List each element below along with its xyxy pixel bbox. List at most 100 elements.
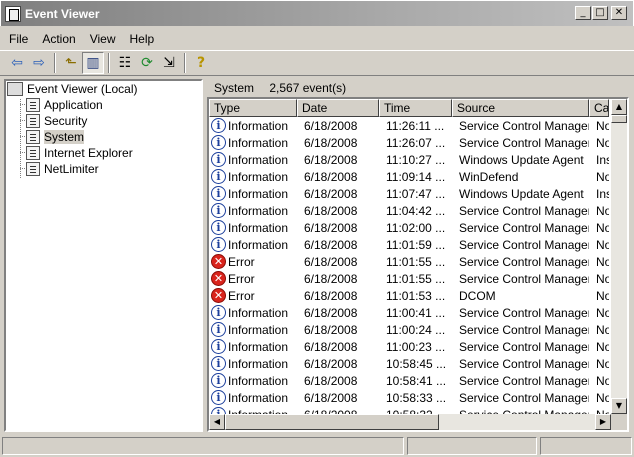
event-type-label: Error — [228, 288, 255, 303]
cell-type: iInformation — [209, 169, 297, 184]
table-row[interactable]: i Information 6/18/2008 11:04:42 ... Service… — [209, 202, 609, 219]
menu-action[interactable]: Action — [35, 32, 82, 46]
tree-item-netlimiter[interactable]: NetLimiter — [26, 161, 99, 177]
table-row[interactable]: i Information 6/18/2008 10:58:33 ... Service… — [209, 389, 609, 406]
table-row[interactable]: i Information 6/18/2008 11:00:24 ... Service… — [209, 321, 609, 338]
column-header-date[interactable]: Date — [297, 99, 379, 117]
column-header-time[interactable]: Time — [379, 99, 452, 117]
column-headers: Type Date Time Source Ca — [209, 99, 609, 117]
cell-source: DCOM — [459, 288, 496, 303]
cell-source: Service Control Manager — [459, 390, 589, 405]
tree-item-security[interactable]: Security — [26, 113, 87, 129]
vertical-scrollbar[interactable]: ▲ ▼ — [611, 99, 627, 414]
cell-type: iInformation — [209, 339, 297, 354]
column-header-type[interactable]: Type — [209, 99, 297, 117]
table-row[interactable]: i Information 6/18/2008 10:58:41 ... Service… — [209, 372, 609, 389]
information-icon: i — [211, 152, 226, 167]
table-row[interactable]: ✕Error 6/18/2008 11:01:53 ... DCOM Nor — [209, 287, 609, 304]
scroll-up-button[interactable]: ▲ — [611, 99, 627, 115]
toolbar: ⇦ ⇨ ⬑ ▥ ☷ ⟳ ⇲ ? — [0, 50, 634, 76]
event-type-label: Information — [228, 169, 289, 184]
window-controls: _ □ ✕ — [575, 6, 627, 20]
cell-source: Service Control Manager — [459, 220, 589, 235]
cell-time: 10:58:41 ... — [386, 373, 447, 388]
horizontal-scrollbar[interactable]: ◀ ▶ — [209, 414, 611, 430]
status-bar — [0, 435, 634, 457]
table-row[interactable]: i Information 6/18/2008 11:26:11 ... Service… — [209, 117, 609, 134]
maximize-button[interactable]: □ — [592, 6, 608, 20]
information-icon: i — [211, 203, 226, 218]
cell-date: 6/18/2008 — [304, 220, 358, 235]
refresh-icon[interactable]: ⟳ — [136, 52, 158, 74]
tree-item-label: NetLimiter — [44, 162, 99, 176]
minimize-button[interactable]: _ — [575, 6, 591, 20]
title-bar[interactable]: Event Viewer _ □ ✕ — [0, 0, 634, 26]
event-viewer-app-icon[interactable] — [5, 5, 21, 22]
column-header-source[interactable]: Source — [452, 99, 589, 117]
cell-date: 6/18/2008 — [304, 237, 358, 252]
cell-category: Ins — [596, 186, 609, 201]
event-count: 2,567 event(s) — [269, 81, 347, 95]
back-arrow-icon[interactable]: ⇦ — [6, 52, 28, 74]
event-type-label: Information — [228, 203, 289, 218]
menu-view[interactable]: View — [83, 32, 123, 46]
cell-category: Nor — [596, 356, 609, 371]
scroll-left-button[interactable]: ◀ — [209, 414, 225, 430]
cell-time: 11:00:23 ... — [386, 339, 446, 354]
log-icon — [26, 98, 40, 112]
export-list-icon[interactable]: ⇲ — [158, 52, 180, 74]
status-panel-main — [2, 437, 404, 455]
table-row[interactable]: i Information 6/18/2008 11:01:59 ... Service… — [209, 236, 609, 253]
table-row[interactable]: i Information 6/18/2008 10:58:45 ... Service… — [209, 355, 609, 372]
show-tree-icon[interactable]: ▥ — [82, 52, 104, 74]
cell-date: 6/18/2008 — [304, 254, 358, 269]
information-icon: i — [211, 237, 226, 252]
table-row[interactable]: ✕ Error 6/18/2008 11:01:55 ... Service Contr… — [209, 253, 609, 270]
cell-type: iInformation — [209, 220, 297, 235]
cell-time: 11:01:55 ... — [386, 271, 446, 286]
help-icon[interactable]: ? — [190, 52, 212, 74]
table-row[interactable]: i Information 6/18/2008 11:09:14 ... WinDefe… — [209, 168, 609, 185]
cell-category: Nor — [596, 390, 609, 405]
toolbar-separator — [54, 53, 56, 73]
toolbar-separator — [108, 53, 110, 73]
tree-item-label: Internet Explorer — [44, 146, 133, 160]
tree-item-system[interactable]: System — [26, 129, 85, 145]
up-folder-icon[interactable]: ⬑ — [60, 52, 82, 74]
cell-time: 11:26:07 ... — [386, 135, 446, 150]
cell-source: Service Control Manager — [459, 271, 589, 286]
table-row[interactable]: i Information 6/18/2008 11:00:41 ... Service… — [209, 304, 609, 321]
tree-item-application[interactable]: Application — [26, 97, 103, 113]
table-row[interactable]: i Information 6/18/2008 11:00:23 ... Service… — [209, 338, 609, 355]
menu-file[interactable]: File — [2, 32, 35, 46]
cell-category: Nor — [596, 169, 609, 184]
tree-root-event-viewer[interactable]: Event Viewer (Local) — [7, 81, 138, 97]
forward-arrow-icon[interactable]: ⇨ — [28, 52, 50, 74]
tree-pane[interactable]: Event Viewer (Local) Application Securit… — [4, 79, 203, 432]
table-row[interactable]: ✕ Error 6/18/2008 11:01:55 ... Service Contr… — [209, 270, 609, 287]
event-list[interactable]: Type Date Time Source Ca i Information 6/1… — [207, 97, 629, 432]
cell-time: 11:01:55 ... — [386, 254, 446, 269]
cell-date: 6/18/2008 — [304, 288, 358, 303]
scroll-right-button[interactable]: ▶ — [595, 414, 611, 430]
cell-time: 10:58:45 ... — [386, 356, 447, 371]
table-row[interactable]: i Information 6/18/2008 11:07:47 ... Windows… — [209, 185, 609, 202]
scroll-down-button[interactable]: ▼ — [611, 398, 627, 414]
horizontal-scroll-thumb[interactable] — [225, 414, 439, 430]
cell-date: 6/18/2008 — [304, 271, 358, 286]
table-row[interactable]: i Information 6/18/2008 11:02:00 ... Service… — [209, 219, 609, 236]
computer-icon — [7, 82, 23, 96]
column-header-category[interactable]: Ca — [589, 99, 609, 117]
properties-icon[interactable]: ☷ — [114, 52, 136, 74]
cell-category: Nor — [596, 237, 609, 252]
event-type-label: Information — [228, 339, 289, 354]
log-icon — [26, 146, 40, 160]
table-row[interactable]: i Information 6/18/2008 11:10:27 ... Windows… — [209, 151, 609, 168]
tree-item-internet-explorer[interactable]: Internet Explorer — [26, 145, 133, 161]
event-type-label: Information — [228, 356, 289, 371]
close-button[interactable]: ✕ — [611, 6, 627, 20]
event-type-label: Information — [228, 220, 289, 235]
table-row[interactable]: i Information 6/18/2008 11:26:07 ... Service… — [209, 134, 609, 151]
vertical-scroll-thumb[interactable] — [611, 115, 627, 123]
menu-help[interactable]: Help — [123, 32, 162, 46]
